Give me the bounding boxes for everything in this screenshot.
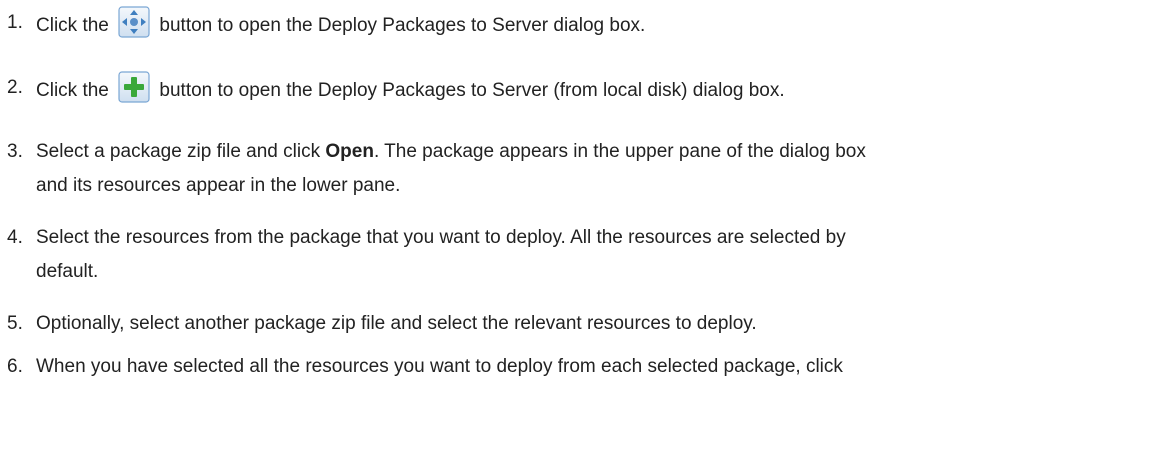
step-number: 2. xyxy=(7,77,23,98)
step-text-post: button to open the Deploy Packages to Se… xyxy=(159,80,785,101)
step-number: 3. xyxy=(7,141,23,162)
step-text-pre: Click the xyxy=(36,80,109,101)
step-number: 4. xyxy=(7,227,23,248)
step-text-bold: Open xyxy=(325,141,374,162)
step-text-continued: and its resources appear in the lower pa… xyxy=(36,175,401,196)
step-text: Select a package zip file and click Open… xyxy=(36,135,1156,169)
step-text-pre: Select a package zip file and click xyxy=(36,141,321,162)
step-text: Select the resources from the package th… xyxy=(36,227,846,248)
step-number: 6. xyxy=(7,356,23,377)
step-number: 5. xyxy=(7,313,23,334)
step-text: Click the button to open the Deploy Pack… xyxy=(36,71,1156,108)
step-text-post: . The package appears in the upper pane … xyxy=(373,141,866,162)
step-number: 1. xyxy=(7,12,23,33)
add-plus-icon xyxy=(118,71,150,103)
step-text-continued: default. xyxy=(36,261,99,282)
step-text: Optionally, select another package zip f… xyxy=(36,313,757,334)
deploy-packages-icon xyxy=(118,6,150,38)
step-text: When you have selected all the resources… xyxy=(36,356,843,377)
step-text: Click the button to open the Deploy Pack… xyxy=(36,6,1156,43)
step-text-pre: Click the xyxy=(36,15,109,36)
step-text-post: button to open the Deploy Packages to Se… xyxy=(159,15,646,36)
